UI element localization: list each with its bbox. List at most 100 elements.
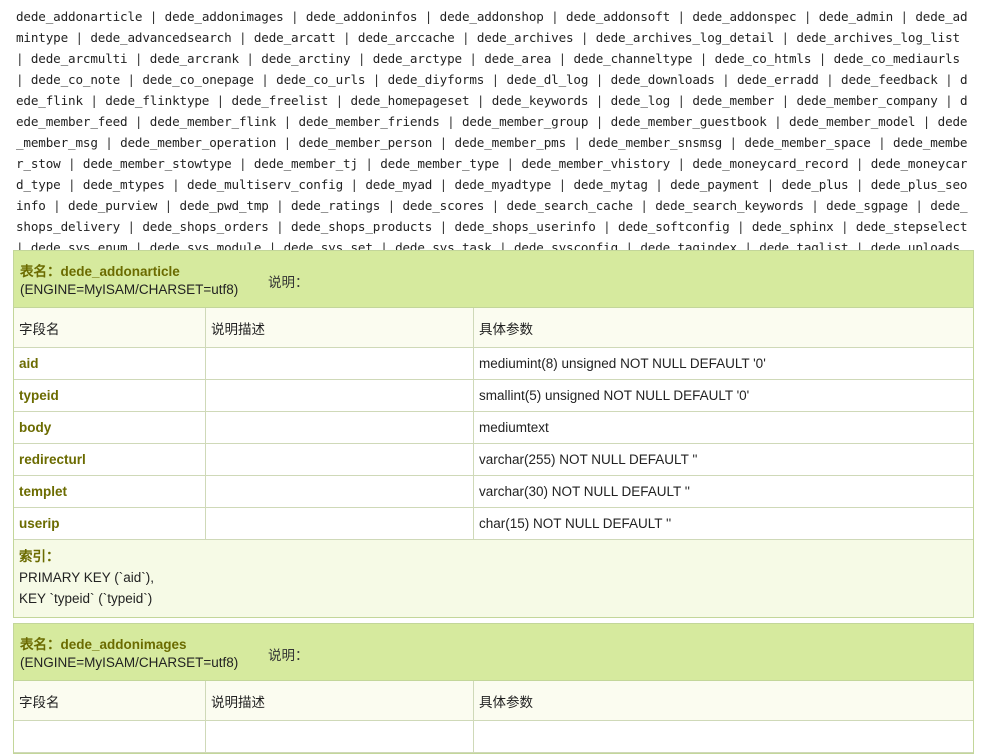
table-link-dede-member-tj[interactable]: dede_member_tj xyxy=(254,156,358,171)
table-link-dede-member-snsmsg[interactable]: dede_member_snsmsg xyxy=(588,135,722,150)
table-link-dede-downloads[interactable]: dede_downloads xyxy=(611,72,715,87)
table-link-dede-myad[interactable]: dede_myad xyxy=(365,177,432,192)
link-separator: | xyxy=(670,9,693,24)
link-separator: | xyxy=(796,9,819,24)
index-line: KEY `typeid` (`typeid`) xyxy=(19,591,153,606)
table-link-dede-dl-log[interactable]: dede_dl_log xyxy=(507,72,589,87)
table-link-dede-feedback[interactable]: dede_feedback xyxy=(841,72,938,87)
link-separator: | xyxy=(350,51,373,66)
table-link-dede-freelist[interactable]: dede_freelist xyxy=(232,93,329,108)
table-link-dede-co-mediaurls[interactable]: dede_co_mediaurls xyxy=(834,51,961,66)
table-link-dede-arcatt[interactable]: dede_arcatt xyxy=(254,30,336,45)
table-link-dede-arccache[interactable]: dede_arccache xyxy=(358,30,455,45)
table-engine: (ENGINE=MyISAM/CHARSET=utf8) xyxy=(20,282,239,297)
table-link-dede-pwd-tmp[interactable]: dede_pwd_tmp xyxy=(180,198,269,213)
table-link-dede-scores[interactable]: dede_scores xyxy=(402,198,484,213)
link-separator: | xyxy=(328,93,351,108)
table-link-dede-ratings[interactable]: dede_ratings xyxy=(291,198,380,213)
link-separator: | xyxy=(82,93,106,108)
table-link-dede-diyforms[interactable]: dede_diyforms xyxy=(388,72,485,87)
table-link-dede-member-type[interactable]: dede_member_type xyxy=(380,156,499,171)
table-link-dede-member-vhistory[interactable]: dede_member_vhistory xyxy=(521,156,670,171)
table-link-dede-multiserv-config[interactable]: dede_multiserv_config xyxy=(187,177,343,192)
link-separator: | xyxy=(127,114,150,129)
table-link-dede-co-urls[interactable]: dede_co_urls xyxy=(276,72,365,87)
table-link-dede-sgpage[interactable]: dede_sgpage xyxy=(826,198,908,213)
table-link-dede-archives[interactable]: dede_archives xyxy=(477,30,574,45)
table-link-dede-member-operation[interactable]: dede_member_operation xyxy=(120,135,276,150)
table-link-dede-co-onepage[interactable]: dede_co_onepage xyxy=(142,72,254,87)
link-separator: | xyxy=(276,135,299,150)
table-link-dede-member-group[interactable]: dede_member_group xyxy=(462,114,589,129)
table-link-dede-arctype[interactable]: dede_arctype xyxy=(373,51,462,66)
table-link-dede-member-space[interactable]: dede_member_space xyxy=(744,135,871,150)
table-link-dede-area[interactable]: dede_area xyxy=(484,51,551,66)
table-link-dede-addonshop[interactable]: dede_addonshop xyxy=(440,9,544,24)
table-name: 表名：dede_addonimages xyxy=(20,634,187,655)
table-link-dede-member-guestbook[interactable]: dede_member_guestbook xyxy=(611,114,767,129)
link-separator: | xyxy=(164,177,187,192)
table-link-dede-plus[interactable]: dede_plus xyxy=(782,177,849,192)
table-link-dede-archives-log-detail[interactable]: dede_archives_log_detail xyxy=(596,30,775,45)
table-link-dede-myadtype[interactable]: dede_myadtype xyxy=(455,177,552,192)
table-header: 表名：dede_addonarticle (ENGINE=MyISAM/CHAR… xyxy=(14,251,973,308)
table-link-dede-purview[interactable]: dede_purview xyxy=(68,198,157,213)
table-link-dede-member-pms[interactable]: dede_member_pms xyxy=(455,135,567,150)
link-separator: | xyxy=(120,72,143,87)
table-link-dede-stepselect[interactable]: dede_stepselect xyxy=(856,219,968,234)
table-link-dede-shops-orders[interactable]: dede_shops_orders xyxy=(142,219,269,234)
link-separator: | xyxy=(142,9,165,24)
table-link-dede-addonspec[interactable]: dede_addonspec xyxy=(692,9,796,24)
table-link-dede-channeltype[interactable]: dede_channeltype xyxy=(573,51,692,66)
table-link-dede-member-company[interactable]: dede_member_company xyxy=(796,93,937,108)
field-name: redirecturl xyxy=(14,444,206,475)
link-separator: | xyxy=(499,156,522,171)
link-separator: | xyxy=(551,177,574,192)
table-link-dede-shops-products[interactable]: dede_shops_products xyxy=(291,219,432,234)
table-link-dede-mytag[interactable]: dede_mytag xyxy=(573,177,647,192)
link-separator: | xyxy=(722,135,745,150)
table-link-dede-member-person[interactable]: dede_member_person xyxy=(298,135,432,150)
table-link-dede-member-model[interactable]: dede_member_model xyxy=(789,114,916,129)
table-link-dede-keywords[interactable]: dede_keywords xyxy=(492,93,589,108)
table-link-dede-erradd[interactable]: dede_erradd xyxy=(737,72,819,87)
table-link-dede-flinktype[interactable]: dede_flinktype xyxy=(105,93,209,108)
link-separator: | xyxy=(714,72,737,87)
table-link-dede-member[interactable]: dede_member xyxy=(692,93,774,108)
table-link-dede-arctiny[interactable]: dede_arctiny xyxy=(261,51,350,66)
table-link-dede-softconfig[interactable]: dede_softconfig xyxy=(618,219,730,234)
table-link-dede-co-note[interactable]: dede_co_note xyxy=(31,72,120,87)
field-name: typeid xyxy=(14,380,206,411)
table-link-dede-mtypes[interactable]: dede_mtypes xyxy=(83,177,165,192)
table-link-dede-admin[interactable]: dede_admin xyxy=(819,9,893,24)
link-separator: | xyxy=(365,72,388,87)
table-link-dede-co-htmls[interactable]: dede_co_htmls xyxy=(715,51,812,66)
table-link-dede-sphinx[interactable]: dede_sphinx xyxy=(752,219,834,234)
table-link-dede-member-flink[interactable]: dede_member_flink xyxy=(150,114,277,129)
table-link-dede-archives-log-list[interactable]: dede_archives_log_list xyxy=(796,30,960,45)
table-link-dede-moneycard-record[interactable]: dede_moneycard_record xyxy=(692,156,848,171)
table-link-dede-addonimages[interactable]: dede_addonimages xyxy=(165,9,284,24)
field-params: varchar(30) NOT NULL DEFAULT '' xyxy=(479,484,690,499)
table-row: redirecturl varchar(255) NOT NULL DEFAUL… xyxy=(14,444,973,476)
table-link-dede-arcrank[interactable]: dede_arcrank xyxy=(150,51,239,66)
table-link-dede-addonarticle[interactable]: dede_addonarticle xyxy=(16,9,143,24)
table-link-dede-shops-userinfo[interactable]: dede_shops_userinfo xyxy=(455,219,596,234)
field-name: body xyxy=(14,412,206,443)
table-row: body mediumtext xyxy=(14,412,973,444)
table-link-dede-homepageset[interactable]: dede_homepageset xyxy=(350,93,469,108)
table-link-dede-addonsoft[interactable]: dede_addonsoft xyxy=(566,9,670,24)
table-link-dede-arcmulti[interactable]: dede_arcmulti xyxy=(31,51,128,66)
table-link-dede-addoninfos[interactable]: dede_addoninfos xyxy=(306,9,418,24)
table-link-dede-search-keywords[interactable]: dede_search_keywords xyxy=(655,198,804,213)
link-separator: | xyxy=(461,51,485,66)
link-separator: | xyxy=(231,156,254,171)
link-separator: | xyxy=(120,219,143,234)
table-link-dede-advancedsearch[interactable]: dede_advancedsearch xyxy=(90,30,231,45)
table-link-dede-payment[interactable]: dede_payment xyxy=(670,177,759,192)
link-separator: | xyxy=(439,114,462,129)
table-link-dede-search-cache[interactable]: dede_search_cache xyxy=(507,198,634,213)
table-link-dede-log[interactable]: dede_log xyxy=(611,93,671,108)
table-link-dede-member-stowtype[interactable]: dede_member_stowtype xyxy=(83,156,232,171)
table-link-dede-member-friends[interactable]: dede_member_friends xyxy=(298,114,439,129)
